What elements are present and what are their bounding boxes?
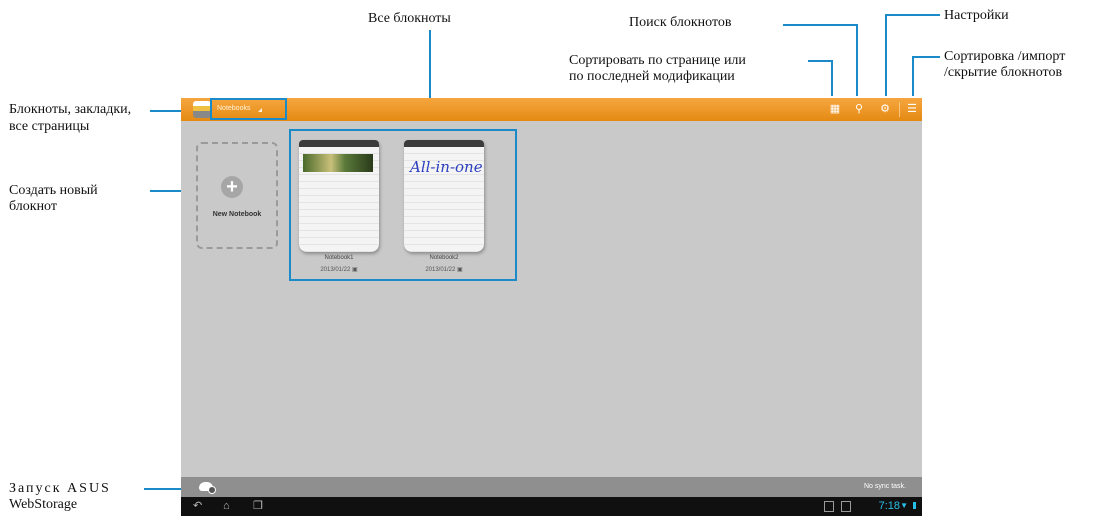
annotation-sort-line2: по последней модификации [569, 69, 735, 84]
new-notebook-button[interactable]: + New Notebook [196, 142, 278, 249]
callout-line-settings-h [885, 14, 940, 16]
gear-icon[interactable]: ⚙ [878, 102, 892, 116]
annotation-all-notebooks: Все блокноты [368, 11, 451, 26]
annotation-sort-line1: Сортировать по странице или [569, 53, 746, 68]
screenshot-icon[interactable] [841, 501, 851, 512]
search-icon[interactable]: ⚲ [852, 102, 866, 116]
new-notebook-label: New Notebook [212, 211, 262, 218]
webstorage-gear-icon [208, 486, 216, 494]
annotation-search: Поиск блокнотов [629, 15, 732, 30]
sync-status: No sync task. [863, 483, 906, 490]
plus-icon: + [221, 176, 243, 198]
sort-page-icon[interactable]: ▦ [828, 102, 842, 116]
system-navbar: ↶ ⌂ ❐ 7:18 ▼ [181, 497, 922, 516]
app-logo-icon[interactable] [193, 101, 211, 118]
annotation-manage-line2: /скрытие блокнотов [944, 65, 1063, 80]
callout-line-search-h [783, 24, 858, 26]
toolbar-divider [899, 102, 900, 117]
annotation-create-line1: Создать новый [9, 183, 98, 198]
back-icon[interactable]: ↶ [193, 499, 202, 513]
app-toolbar: Notebooks ▦ ⚲ ⚙ ☰ [181, 98, 922, 121]
annotation-webstorage-line2: WebStorage [9, 497, 78, 512]
annotation-webstorage-line1: Запуск ASUS [9, 481, 111, 496]
home-icon[interactable]: ⌂ [223, 499, 230, 513]
annotation-notebooks-line1: Блокноты, закладки, [9, 102, 132, 117]
annotation-manage-line1: Сортировка /импорт [944, 49, 1066, 64]
callout-line-manage-v [912, 56, 914, 96]
callout-line-search-v [856, 24, 858, 96]
callout-line-settings-v [885, 14, 887, 96]
callout-line-sort-v [831, 60, 833, 96]
callout-line-sort-h [808, 60, 833, 62]
annotation-settings: Настройки [944, 8, 1009, 23]
clock[interactable]: 7:18 [879, 500, 900, 512]
manage-notebooks-icon[interactable]: ☰ [905, 102, 919, 116]
notification-icon[interactable] [824, 501, 834, 512]
battery-icon [913, 502, 916, 509]
recent-apps-icon[interactable]: ❐ [253, 499, 263, 513]
annotation-create-line2: блокнот [9, 199, 57, 214]
wifi-icon: ▼ [900, 501, 908, 510]
annotation-notebooks-line2: все страницы [9, 119, 90, 134]
all-notebooks-highlight [289, 129, 517, 281]
notebooks-menu-highlight [210, 98, 287, 120]
sync-bar: No sync task. [181, 477, 922, 497]
callout-line-manage-h [912, 56, 940, 58]
